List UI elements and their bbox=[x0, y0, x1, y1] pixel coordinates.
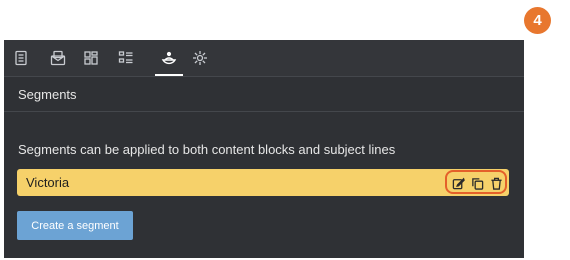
create-segment-button[interactable]: Create a segment bbox=[17, 211, 133, 240]
step-number-badge: 4 bbox=[524, 7, 551, 34]
envelope-icon[interactable] bbox=[49, 49, 67, 67]
document-icon[interactable] bbox=[12, 49, 30, 67]
list-layout-icon[interactable] bbox=[117, 49, 135, 67]
segments-panel: Segments Segments can be applied to both… bbox=[4, 40, 524, 258]
segment-actions-highlight bbox=[445, 170, 507, 194]
segment-item-victoria[interactable]: Victoria bbox=[17, 169, 509, 196]
settings-icon[interactable] bbox=[191, 49, 209, 67]
blocks-grid-icon[interactable] bbox=[82, 49, 100, 67]
copy-icon[interactable] bbox=[470, 176, 484, 190]
delete-icon[interactable] bbox=[489, 176, 503, 190]
section-header: Segments bbox=[4, 76, 524, 112]
panel-toolbar bbox=[4, 40, 524, 76]
edit-icon[interactable] bbox=[451, 176, 465, 190]
section-title: Segments bbox=[18, 87, 77, 102]
segments-icon[interactable] bbox=[160, 49, 178, 67]
segments-description: Segments can be applied to both content … bbox=[18, 142, 396, 157]
segment-name: Victoria bbox=[26, 175, 70, 190]
